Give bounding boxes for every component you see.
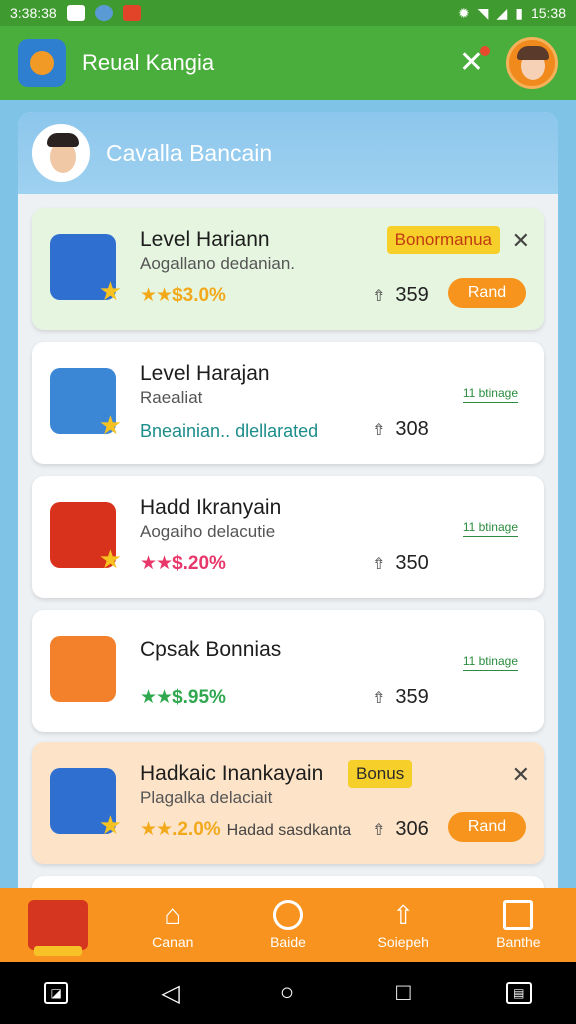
download-icon: ⇮ xyxy=(372,821,386,839)
card-subtitle: Raealiat xyxy=(140,388,203,407)
signal-icon: ◢ xyxy=(496,4,508,21)
card-subtitle: Aogaiho delacutie xyxy=(140,522,276,541)
close-icon[interactable]: ✕ xyxy=(512,762,530,788)
app-notification-icon xyxy=(66,5,85,21)
system-nav-bar: ◪ ◁ ○ □ ▤ xyxy=(0,962,576,1024)
bell-icon xyxy=(273,900,303,930)
back-icon[interactable]: ◁ xyxy=(157,979,185,1007)
gift-box-icon: ★ xyxy=(50,502,122,572)
download-icon: ⇮ xyxy=(372,689,386,707)
card-rating: ★★$3.0% xyxy=(140,284,226,307)
rating-value: $3.0% xyxy=(172,285,226,306)
frame-icon xyxy=(503,900,534,930)
download-icon: ⇮ xyxy=(372,287,386,305)
recents-icon[interactable]: □ xyxy=(389,979,417,1007)
notification-dot xyxy=(480,46,490,56)
keyboard-icon[interactable]: ▤ xyxy=(505,982,532,1004)
list-item[interactable]: ★ Level Harajan Raealiat Bneainian.. dle… xyxy=(32,342,544,464)
settings-icon: ✹ xyxy=(457,4,470,21)
truck-icon xyxy=(50,636,116,702)
clock-icon: ★ xyxy=(50,368,122,438)
card-title: Hadd Ikranyain xyxy=(140,496,282,519)
nav-label: Baide xyxy=(270,934,306,950)
app-title: Reual Kangia xyxy=(82,50,215,75)
nav-label: Banthe xyxy=(496,934,541,950)
card-title: Hadkaic Inankayain xyxy=(140,762,324,785)
bottom-nav: ⌂ Canan Baide ⇧ Soiepeh Banthe xyxy=(0,888,576,962)
nav-item-baide[interactable]: Baide xyxy=(230,888,345,962)
list-item[interactable]: ★ Hadd Ikranyain Aogaiho delacutie ★★$.2… xyxy=(32,476,544,598)
nav-item-canan[interactable]: ⌂ Canan xyxy=(115,888,230,962)
calculator-icon: ★ xyxy=(50,768,122,838)
panel-header: Cavalla Bancain xyxy=(18,112,558,194)
close-icon[interactable]: ✕ xyxy=(512,228,530,254)
card-badge: Bonus xyxy=(348,760,413,788)
star-icon: ★ xyxy=(98,410,122,440)
rating-note: Hadad sasdkanta xyxy=(226,822,352,839)
profile-avatar[interactable] xyxy=(32,124,90,182)
nav-label: Canan xyxy=(152,934,194,950)
star-icon: ★ xyxy=(98,544,122,574)
panel-title: Cavalla Bancain xyxy=(106,139,273,166)
card-badge: Bonormanua xyxy=(386,226,500,254)
card-subtitle: Aogallano dedanian. xyxy=(140,254,296,273)
screenshot-icon[interactable]: ◪ xyxy=(44,982,69,1004)
main-panel: Cavalla Bancain ★ Level Hariann Aogallan… xyxy=(18,112,558,912)
rand-button[interactable]: Rand xyxy=(448,812,526,842)
status-time: 3:38:38 xyxy=(10,5,57,21)
card-title: Cpsak Bonnias xyxy=(140,638,282,661)
card-count: ⇮ 306 xyxy=(372,818,429,840)
card-description: Bneainian.. dlellarated xyxy=(140,421,319,441)
globe-icon xyxy=(94,5,113,21)
nav-item-banthe[interactable]: Banthe xyxy=(461,888,576,962)
wifi-icon: ◥ xyxy=(477,4,489,21)
card-title: Level Hariann xyxy=(140,228,270,251)
rand-button[interactable]: Rand xyxy=(448,278,526,308)
card-link[interactable]: 11 btinage xyxy=(462,386,518,403)
list-item[interactable]: ★ Level Hariann Aogallano dedanian. ★★$3… xyxy=(32,208,544,330)
app-logo xyxy=(18,39,66,87)
nav-item-soiepeh[interactable]: ⇧ Soiepeh xyxy=(346,888,461,962)
home-icon xyxy=(27,900,88,956)
download-icon: ⇮ xyxy=(372,555,386,573)
card-count: ⇮ 350 xyxy=(372,552,429,574)
list-item[interactable]: Cpsak Bonnias ★★$.95% 11 btinage ⇮ 359 xyxy=(32,610,544,732)
shield-icon xyxy=(122,5,141,21)
avatar[interactable] xyxy=(506,37,558,89)
app-bar: Reual Kangia ✕ xyxy=(0,26,576,100)
card-count: ⇮ 308 xyxy=(372,418,429,440)
card-link[interactable]: 11 btinage xyxy=(462,520,518,537)
rating-value: $.95% xyxy=(172,687,226,708)
battery-icon: ▮ xyxy=(515,4,523,21)
card-title: Level Harajan xyxy=(140,362,270,385)
rating-stars: ★★ xyxy=(140,285,173,306)
close-icon[interactable]: ✕ xyxy=(459,46,490,78)
rating-value: $.20% xyxy=(172,553,226,574)
card-link[interactable]: 11 btinage xyxy=(462,654,518,671)
rating-stars: ★★ xyxy=(140,819,173,840)
status-clock: 15:38 xyxy=(530,5,566,21)
home-circle-icon[interactable]: ○ xyxy=(273,979,301,1007)
card-rating: ★★.2.0% Hadad sasdkanta xyxy=(140,818,351,841)
card-subtitle: Plagalka delaciait xyxy=(140,788,273,807)
rating-stars: ★★ xyxy=(140,553,173,574)
card-rating: ★★$.95% xyxy=(140,686,226,709)
rating-stars: ★★ xyxy=(140,687,173,708)
house-icon: ⌂ xyxy=(164,899,182,930)
gift-icon: ★ xyxy=(50,234,122,304)
card-count: ⇮ 359 xyxy=(372,284,429,306)
card-count: ⇮ 359 xyxy=(372,686,429,708)
upload-icon: ⇧ xyxy=(392,900,415,930)
card-rating: ★★$.20% xyxy=(140,552,226,575)
star-icon: ★ xyxy=(98,810,122,840)
status-bar: 3:38:38 ✹ ◥ ◢ ▮ 15:38 xyxy=(0,0,576,26)
rating-value: .2.0% xyxy=(172,819,221,840)
list-item[interactable]: ★ Hadkaic Inankayain Bonus Plagalka dela… xyxy=(32,742,544,864)
nav-item-home[interactable] xyxy=(0,888,115,962)
nav-label: Soiepeh xyxy=(377,934,429,950)
download-icon: ⇮ xyxy=(372,421,386,439)
star-icon: ★ xyxy=(98,276,122,306)
